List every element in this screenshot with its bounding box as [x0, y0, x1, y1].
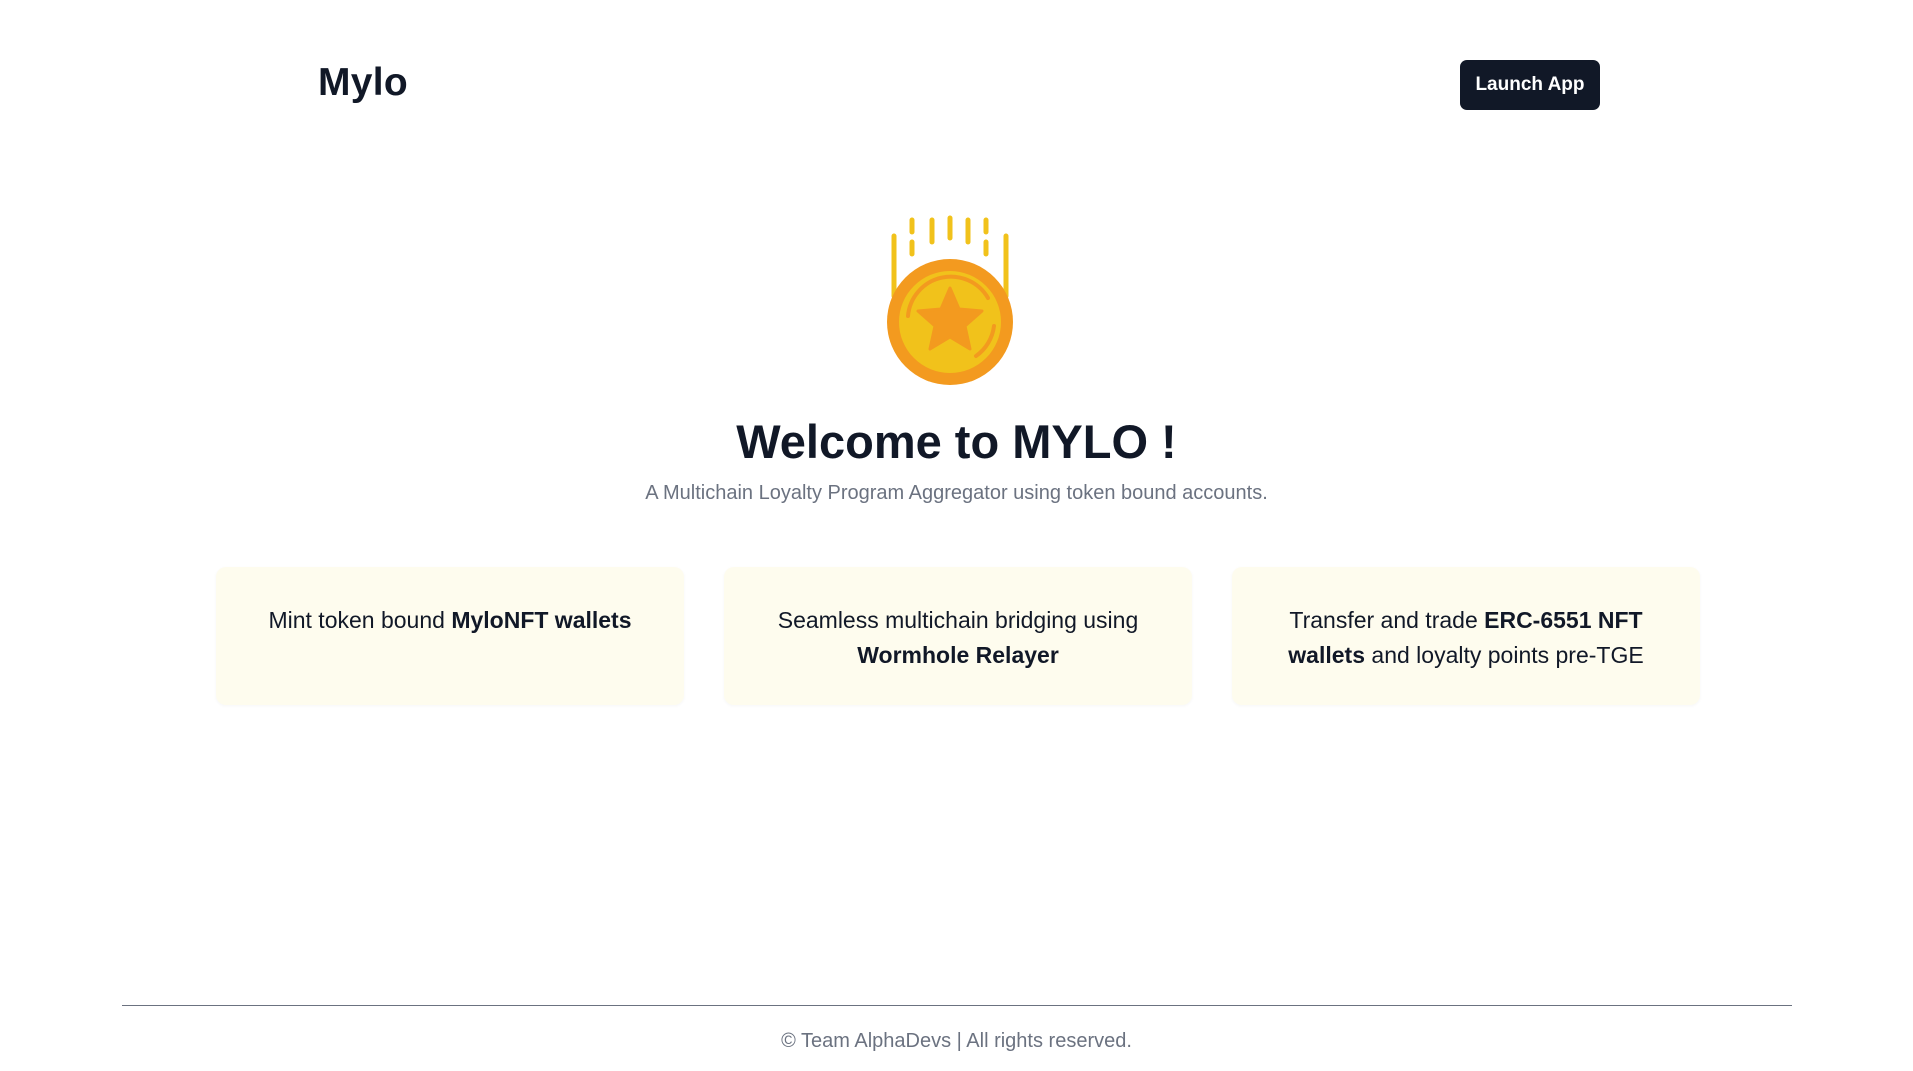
footer-copyright: © Team AlphaDevs | All rights reserved.	[781, 1030, 1132, 1052]
feature-text: Mint token bound	[268, 607, 452, 633]
feature-text: and loyalty points pre-TGE	[1365, 642, 1644, 668]
feature-highlight: MyloNFT wallets	[451, 607, 632, 633]
landing-page: Mylo Launch App Welcome to MYLO ! A Mult…	[0, 0, 1913, 1071]
feature-card-mint: Mint token bound MyloNFT wallets	[216, 567, 684, 705]
star-coin-icon	[887, 215, 1013, 385]
hero-subtitle: A Multichain Loyalty Program Aggregator …	[645, 482, 1268, 504]
feature-text: Transfer and trade	[1289, 607, 1485, 633]
feature-card-trade: Transfer and trade ERC-6551 NFT wallets …	[1232, 567, 1700, 705]
feature-text: Seamless multichain bridging using	[777, 607, 1139, 633]
hero-title: Welcome to MYLO !	[736, 415, 1177, 468]
feature-highlight: Wormhole Relayer	[857, 642, 1059, 668]
launch-app-button[interactable]: Launch App	[1460, 60, 1600, 110]
brand-logo-text[interactable]: Mylo	[318, 58, 408, 108]
feature-card-bridging: Seamless multichain bridging using Wormh…	[724, 567, 1192, 705]
top-nav: Mylo Launch App	[0, 0, 1913, 170]
feature-cards: Mint token bound MyloNFT wallets Seamles…	[216, 567, 1700, 705]
footer-divider	[122, 1005, 1792, 1006]
